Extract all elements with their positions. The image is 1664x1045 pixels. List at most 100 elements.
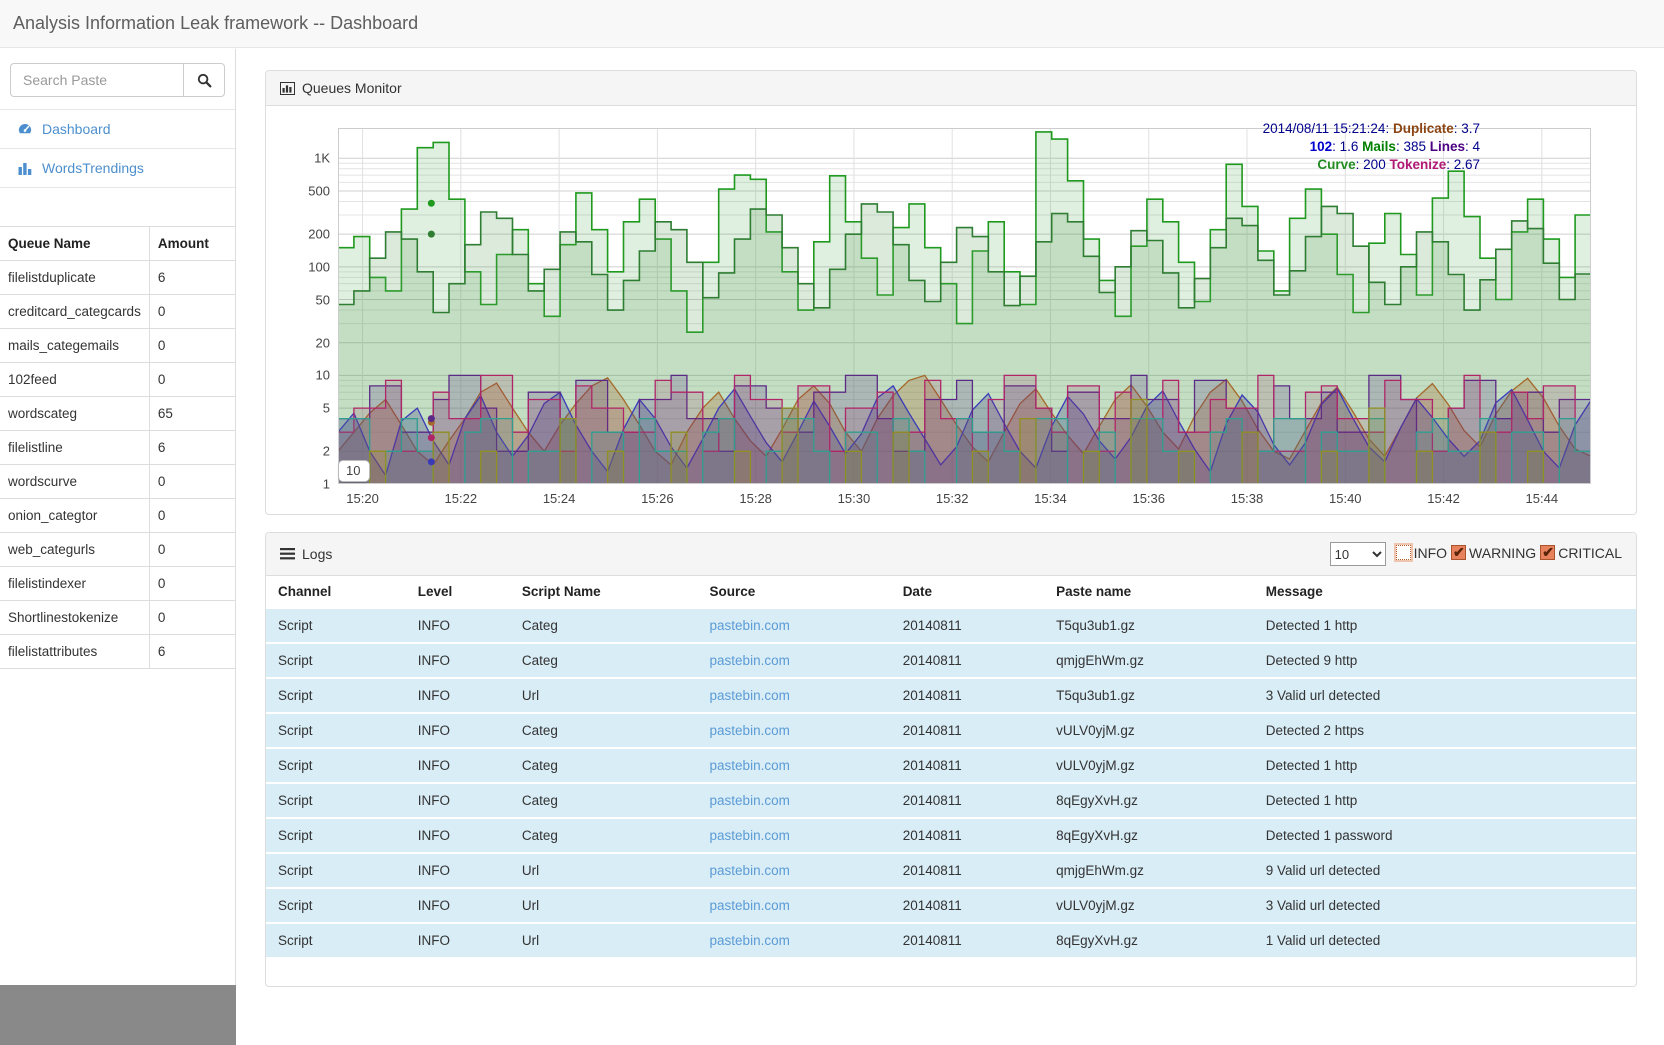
queue-name-cell: Shortlinestokenize [0, 601, 149, 635]
legend-segment: 102 [1310, 139, 1333, 154]
queue-name-cell: onion_categtor [0, 499, 149, 533]
source-link[interactable]: pastebin.com [710, 828, 790, 843]
hover-dot-102 [428, 458, 435, 465]
queue-amount-cell: 0 [149, 567, 235, 601]
source-link[interactable]: pastebin.com [710, 723, 790, 738]
filter-checkbox-warning[interactable] [1451, 545, 1466, 560]
logs-page-size-select[interactable]: 10 [1330, 542, 1386, 566]
sidebar-item-wordstrendings[interactable]: WordsTrendings [0, 149, 235, 188]
queue-amount-cell: 0 [149, 499, 235, 533]
log-cell: Script [266, 888, 406, 923]
sidebar: Dashboard WordsTrendings Queue Name Amou… [0, 49, 236, 985]
search-button[interactable] [183, 63, 225, 97]
y-axis-tick: 100 [286, 259, 330, 274]
queue-row: web_categurls0 [0, 533, 235, 567]
logs-panel: Logs 10 INFOWARNINGCRITICAL ChannelLevel… [265, 532, 1637, 987]
source-link[interactable]: pastebin.com [710, 863, 790, 878]
filter-checkbox-label: CRITICAL [1558, 545, 1622, 561]
dashboard-gauge-icon [17, 122, 33, 136]
x-axis-tick: 15:40 [1329, 491, 1362, 506]
log-cell: Url [510, 853, 698, 888]
log-cell: INFO [406, 783, 510, 818]
log-cell: 20140811 [891, 783, 1044, 818]
log-cell: qmjgEhWm.gz [1044, 853, 1254, 888]
queue-table-body: filelistduplicate6creditcard_categcards0… [0, 261, 235, 669]
y-axis-tick: 20 [286, 335, 330, 350]
queue-amount-cell: 6 [149, 431, 235, 465]
queue-row: 102feed0 [0, 363, 235, 397]
chart-panel-icon [280, 82, 295, 95]
queue-name-header: Queue Name [0, 227, 149, 261]
log-cell: INFO [406, 678, 510, 713]
log-level-filters: INFOWARNING CRITICAL [1392, 545, 1622, 564]
queues-chart-body: 2014/08/11 15:21:24: Duplicate: 3.7102: … [266, 106, 1636, 514]
legend-line: 102: 1.6 Mails: 385 Lines: 4 [1263, 138, 1480, 156]
queue-amount-cell: 6 [149, 635, 235, 669]
log-cell: Categ [510, 713, 698, 748]
sidebar-item-label: Dashboard [42, 121, 111, 137]
legend-segment: Mails [1362, 139, 1396, 154]
log-row: ScriptINFOUrlpastebin.com20140811vULV0yj… [266, 888, 1636, 923]
log-cell: Detected 1 http [1254, 748, 1636, 783]
source-link[interactable]: pastebin.com [710, 618, 790, 633]
log-cell: Categ [510, 818, 698, 853]
queue-row: filelistindexer0 [0, 567, 235, 601]
source-link[interactable]: pastebin.com [710, 933, 790, 948]
filter-checkbox-info[interactable] [1396, 545, 1411, 560]
log-cell: 20140811 [891, 678, 1044, 713]
log-cell: pastebin.com [698, 923, 891, 957]
page-bottom-area [0, 985, 236, 1045]
queue-amount-cell: 0 [149, 363, 235, 397]
log-cell: INFO [406, 643, 510, 678]
y-axis-tick: 200 [286, 227, 330, 242]
filter-info[interactable]: INFO [1396, 545, 1447, 561]
x-axis-tick: 15:22 [445, 491, 478, 506]
queue-amount-cell: 0 [149, 601, 235, 635]
queue-row: onion_categtor0 [0, 499, 235, 533]
log-cell: Categ [510, 608, 698, 643]
log-cell: pastebin.com [698, 748, 891, 783]
queues-monitor-header: Queues Monitor [266, 71, 1636, 106]
search-input[interactable] [10, 63, 183, 97]
main-content: Queues Monitor 2014/08/11 15:21:24: Dupl… [265, 48, 1637, 987]
legend-segment: : 385 [1396, 139, 1430, 154]
x-axis-tick: 15:38 [1231, 491, 1264, 506]
legend-segment: Duplicate [1393, 121, 1454, 136]
logs-column-header: Source [698, 576, 891, 608]
y-axis-tick: 1 [286, 477, 330, 492]
y-axis-tick: 500 [286, 183, 330, 198]
log-cell: 20140811 [891, 713, 1044, 748]
log-cell: Url [510, 678, 698, 713]
hover-dot-Tokenize [428, 434, 435, 441]
sidebar-item-dashboard[interactable]: Dashboard [0, 110, 235, 149]
source-link[interactable]: pastebin.com [710, 688, 790, 703]
filter-critical[interactable]: CRITICAL [1540, 545, 1622, 561]
x-axis-tick: 15:20 [346, 491, 379, 506]
log-cell: pastebin.com [698, 888, 891, 923]
filter-checkbox-critical[interactable] [1540, 545, 1555, 560]
queue-amount-cell: 0 [149, 295, 235, 329]
y-axis-tick: 5 [286, 401, 330, 416]
source-link[interactable]: pastebin.com [710, 758, 790, 773]
log-cell: pastebin.com [698, 678, 891, 713]
source-link[interactable]: pastebin.com [710, 898, 790, 913]
filter-warning[interactable]: WARNING [1451, 545, 1536, 561]
hover-dot-Lines [428, 415, 435, 422]
log-row: ScriptINFOCategpastebin.com201408118qEgy… [266, 783, 1636, 818]
log-cell: Categ [510, 783, 698, 818]
log-cell: Detected 9 http [1254, 643, 1636, 678]
source-link[interactable]: pastebin.com [710, 793, 790, 808]
logs-list-icon [280, 548, 295, 560]
log-cell: Script [266, 643, 406, 678]
chart-axis-button[interactable]: 10 [338, 460, 370, 482]
queue-amount-cell: 0 [149, 465, 235, 499]
source-link[interactable]: pastebin.com [710, 653, 790, 668]
x-axis-tick: 15:26 [641, 491, 674, 506]
log-cell: 20140811 [891, 643, 1044, 678]
log-cell: Script [266, 748, 406, 783]
log-cell: 20140811 [891, 923, 1044, 957]
queue-name-cell: wordscurve [0, 465, 149, 499]
x-axis-tick: 15:42 [1427, 491, 1460, 506]
chart-plot[interactable] [338, 128, 1591, 484]
legend-segment: : 1.6 [1332, 139, 1362, 154]
